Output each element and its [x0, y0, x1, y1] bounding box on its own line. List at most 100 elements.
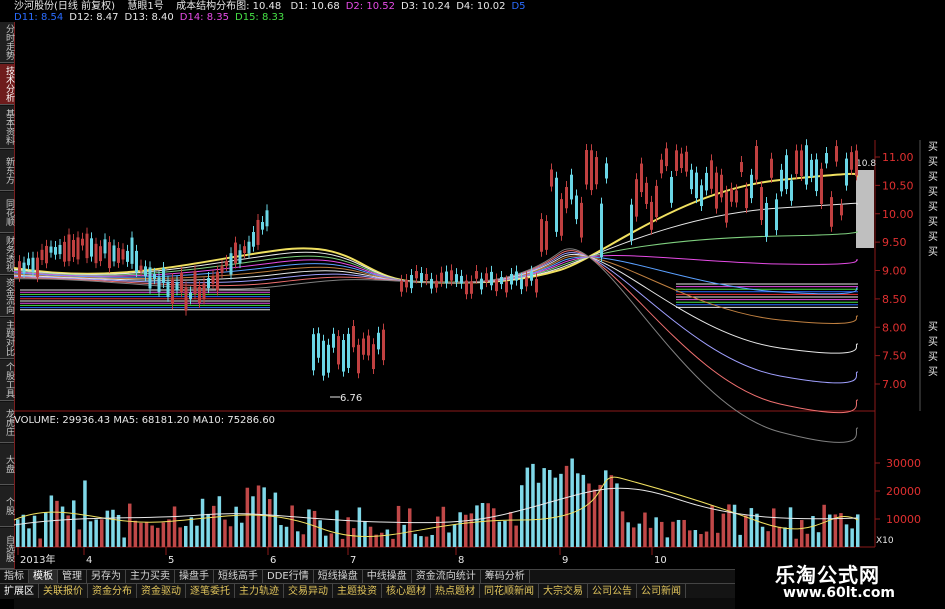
candle-body-12	[67, 234, 71, 262]
volume-bar-69	[396, 505, 401, 547]
volume-bar-57	[329, 533, 334, 547]
volume-bar-144	[816, 532, 821, 547]
tabs_row2-tab-2[interactable]: 关联报价	[39, 584, 88, 599]
volume-bar-18	[111, 509, 115, 547]
candle-body-40	[193, 271, 197, 295]
tabs_row2-tab-12[interactable]: 大宗交易	[539, 584, 588, 599]
candle-body-156	[840, 204, 843, 216]
stock-chart-window: 沙河股份(日线 前复权) 慧眼1号 成本结构分布图: 10.48 D1: 10.…	[0, 0, 945, 609]
price-tick-label-2: 10.50	[882, 179, 914, 192]
tabs_row2-tab-9[interactable]: 核心题材	[382, 584, 431, 599]
candle-body-149	[805, 145, 808, 185]
volume-bar-39	[228, 526, 233, 547]
tabs_row1-tab-3[interactable]: 管理	[58, 570, 87, 584]
volume-bar-62	[357, 507, 362, 547]
tabs_row2-tab-4[interactable]: 资金驱动	[137, 584, 186, 599]
tabs_row2-tab-10[interactable]: 热点题材	[431, 584, 480, 599]
tabs_row2-tab-3[interactable]: 资金分布	[88, 584, 137, 599]
tabs_row2-tab-7[interactable]: 交易异动	[284, 584, 333, 599]
candle-body-31	[153, 273, 156, 280]
buy-signal-15: 买	[928, 352, 938, 363]
candle-body-147	[795, 150, 798, 174]
candle-body-13	[72, 239, 75, 258]
candle-body-90	[490, 271, 493, 286]
tabs_row2-tab-11[interactable]: 同花顺新闻	[480, 584, 539, 599]
price-tick-label-5: 9.00	[882, 265, 907, 278]
volume-bar-51	[296, 531, 300, 547]
volume-bar-56	[324, 535, 328, 547]
price-volume-chart[interactable]: 11.00 10.50 10.00 9.50 9.00 8.50 8.00 7.50 7.00 1…	[0, 0, 945, 609]
tabs_row1-tab-8[interactable]: DDE行情	[263, 570, 314, 584]
volume-bar-43	[251, 496, 255, 547]
candle-body-110	[590, 150, 593, 191]
tabs_row1-tab-5[interactable]: 主力买卖	[126, 570, 175, 584]
volume-bar-75	[430, 534, 434, 547]
candle-body-10	[58, 244, 62, 255]
volume-bar-134	[760, 526, 765, 547]
tabs_row2-tab-1[interactable]: 扩展区	[0, 584, 39, 599]
volume-bar-67	[385, 529, 390, 547]
month-label-3: 5	[168, 555, 174, 566]
tabs_row1-tab-4[interactable]: 另存为	[87, 570, 126, 584]
candle-body-15	[81, 238, 84, 246]
price-tick-label-3: 10.00	[882, 208, 914, 221]
tabs_row2-tab-13[interactable]: 公司公告	[588, 584, 637, 599]
candle-body-87	[475, 271, 478, 279]
volume-bar-118	[671, 521, 675, 547]
volume-bar-123	[699, 534, 703, 547]
current-price-marker: 10.8	[856, 159, 876, 169]
extension-tab-bar: 扩展区 关联报价 资金分布 资金驱动 逐笔委托 主力轨迹 交易异动 主题投资 核心题材 热点题材同…	[0, 583, 735, 599]
candle-body-41	[198, 286, 201, 303]
candle-body-106	[570, 174, 573, 200]
volume-bar-71	[408, 508, 412, 547]
candle-body-38	[184, 287, 188, 311]
candle-body-148	[800, 150, 803, 177]
candle-body-68	[367, 335, 370, 356]
candle-body-121	[665, 148, 668, 167]
candle-body-70	[377, 332, 380, 350]
watermark-title: 乐淘公式网	[775, 563, 880, 587]
volume-bar-98	[559, 473, 563, 547]
month-label-1: 2013年	[20, 553, 55, 566]
tabs_row2-tab-14[interactable]: 公司新闻	[637, 584, 686, 599]
candle-body-114	[630, 204, 633, 241]
volume-bar-50	[290, 505, 294, 547]
candle-body-125	[685, 151, 688, 172]
candle-body-159	[855, 150, 858, 176]
volume-bar-48	[279, 525, 283, 547]
tabs_row1-tab-12[interactable]: 筹码分析	[481, 570, 530, 584]
tabs_row1-tab-2[interactable]: 模板	[29, 570, 58, 584]
month-label-2: 4	[86, 555, 92, 566]
candle-body-64	[347, 333, 350, 368]
candle-body-79	[435, 280, 438, 288]
tabs_row2-tab-8[interactable]: 主题投资	[333, 584, 382, 599]
volume-bar-91	[520, 485, 524, 547]
candle-body-120	[660, 159, 663, 174]
volume-bar-93	[531, 463, 535, 547]
tabs_row1-tab-7[interactable]: 短线高手	[214, 570, 263, 584]
candle-body-1	[18, 261, 21, 277]
price-tick-label-8: 7.50	[882, 350, 907, 363]
tabs_row1-tab-1[interactable]: 指标	[0, 570, 29, 584]
volume-bar-126	[716, 532, 720, 547]
candle-body-131	[715, 172, 718, 209]
month-label-4: 6	[270, 555, 276, 566]
candle-body-78	[430, 278, 433, 289]
tabs_row1-tab-10[interactable]: 中线操盘	[363, 570, 412, 584]
tabs_row2-tab-5[interactable]: 逐笔委托	[186, 584, 235, 599]
candle-body-20	[103, 239, 107, 254]
volume-bar-127	[721, 513, 726, 547]
candle-body-98	[530, 271, 533, 281]
candle-body-75	[415, 271, 418, 279]
candle-body-113	[605, 163, 608, 179]
volume-bar-5	[38, 538, 42, 547]
candle-body-100	[540, 219, 543, 252]
candle-body-53	[252, 232, 255, 247]
tabs_row1-tab-9[interactable]: 短线操盘	[314, 570, 363, 584]
volume-bar-117	[665, 537, 670, 547]
volume-bar-10	[66, 515, 70, 547]
tabs_row2-tab-6[interactable]: 主力轨迹	[235, 584, 284, 599]
tabs_row1-tab-6[interactable]: 操盘手	[175, 570, 214, 584]
tabs_row1-tab-11[interactable]: 资金流向统计	[412, 570, 481, 584]
candle-body-146	[790, 180, 793, 201]
